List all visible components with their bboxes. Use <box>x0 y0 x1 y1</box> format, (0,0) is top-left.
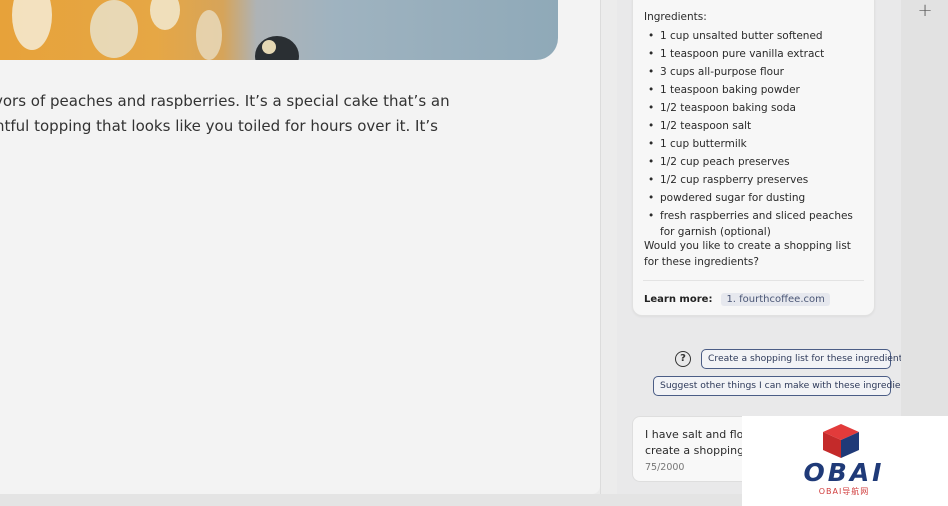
suggestion-chip[interactable]: Suggest other things I can make with the… <box>653 376 918 396</box>
list-item: 1 teaspoon pure vanilla extract <box>644 46 869 62</box>
input-text-line: I have salt and flou <box>645 428 751 441</box>
list-item: 1/2 cup raspberry preserves <box>644 172 869 188</box>
list-item: 1 cup unsalted butter softened <box>644 28 869 44</box>
list-item: fresh raspberries and sliced peaches for… <box>644 208 869 240</box>
answer-card: Ingredients: 1 cup unsalted butter softe… <box>632 0 875 316</box>
add-button[interactable]: + <box>916 2 934 20</box>
ingredients-heading: Ingredients: <box>644 11 707 23</box>
suggestion-chip[interactable]: Create a shopping list for these ingredi… <box>701 349 910 369</box>
cube-logo-icon <box>823 424 859 458</box>
character-count: 75/2000 <box>645 462 685 473</box>
list-item: 1 cup buttermilk <box>644 136 869 152</box>
list-item: 1/2 teaspoon salt <box>644 118 869 134</box>
hero-image <box>0 0 558 60</box>
list-item: 3 cups all-purpose flour <box>644 64 869 80</box>
watermark-logo: OBAI OBAI导航网 <box>742 416 948 506</box>
list-item: 1/2 teaspoon baking soda <box>644 100 869 116</box>
source-link[interactable]: 1. fourthcoffee.com <box>721 293 830 306</box>
followup-question: Would you like to create a shopping list… <box>644 240 851 268</box>
learn-more-row: Learn more: 1. fourthcoffee.com <box>644 293 830 306</box>
pane-divider <box>600 0 601 494</box>
article-text-line: htful topping that looks like you toiled… <box>0 117 438 135</box>
ingredient-list: 1 cup unsalted butter softened 1 teaspoo… <box>644 28 869 242</box>
article-text-line: vors of peaches and raspberries. It’s a … <box>0 92 450 110</box>
article-area: vors of peaches and raspberries. It’s a … <box>0 0 600 494</box>
question-icon: ? <box>675 351 691 367</box>
card-divider <box>643 280 864 281</box>
logo-wordmark: OBAI <box>803 458 885 487</box>
input-text-line: create a shopping l <box>645 444 751 457</box>
logo-subtext: OBAI导航网 <box>818 487 870 496</box>
learn-more-label: Learn more: <box>644 294 713 305</box>
list-item: powdered sugar for dusting <box>644 190 869 206</box>
list-item: 1 teaspoon baking powder <box>644 82 869 98</box>
list-item: 1/2 cup peach preserves <box>644 154 869 170</box>
